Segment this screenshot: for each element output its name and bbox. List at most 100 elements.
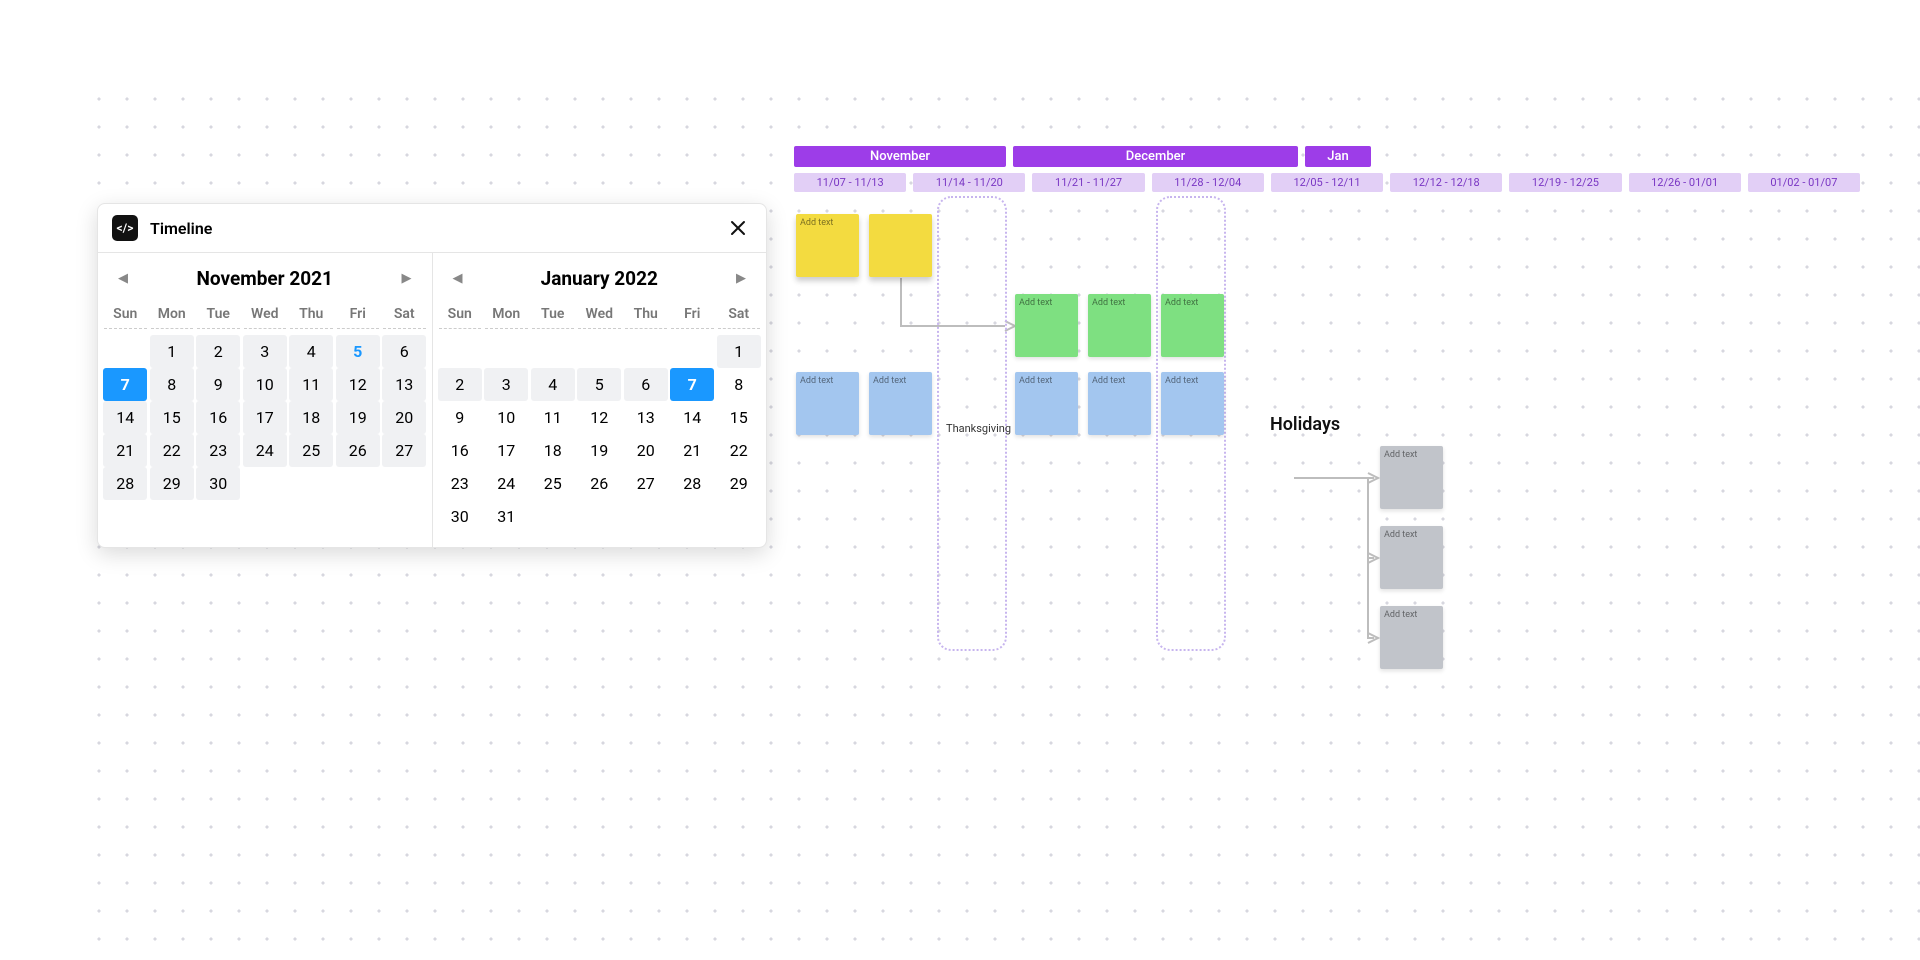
calendar-day[interactable]: 9: [438, 401, 482, 434]
calendar-day[interactable]: 12: [336, 368, 380, 401]
calendar-day[interactable]: 1: [150, 335, 194, 368]
week-header[interactable]: 11/14 - 11/20: [913, 173, 1025, 192]
swimlane-area[interactable]: Add textAdd textAdd textAdd textAdd text…: [794, 198, 1860, 668]
weekday-label: Sun: [104, 300, 147, 329]
calendar-day[interactable]: 28: [103, 467, 147, 500]
calendar-day[interactable]: 8: [150, 368, 194, 401]
calendar-day[interactable]: 9: [196, 368, 240, 401]
calendar-day[interactable]: 18: [289, 401, 333, 434]
calendar-day[interactable]: 29: [717, 467, 761, 500]
sticky-note[interactable]: Add text: [1380, 446, 1443, 509]
timeline-board: NovemberDecemberJan 11/07 - 11/13 11/14 -…: [794, 146, 1860, 668]
sticky-note[interactable]: Add text: [796, 372, 859, 435]
calendar-day[interactable]: 13: [382, 368, 426, 401]
week-header[interactable]: 11/21 - 11/27: [1032, 173, 1144, 192]
weekday-label: Tue: [197, 300, 240, 329]
calendar-day[interactable]: 2: [196, 335, 240, 368]
calendar-day[interactable]: 25: [531, 467, 575, 500]
calendar-month: ◀January 2022▶SunMonTueWedThuFriSat12345…: [433, 253, 767, 547]
calendar-day[interactable]: 6: [624, 368, 668, 401]
calendar-day[interactable]: 12: [577, 401, 621, 434]
month-header: December: [1013, 146, 1298, 167]
calendar-day[interactable]: 11: [289, 368, 333, 401]
calendar-day[interactable]: 27: [624, 467, 668, 500]
calendar-day[interactable]: 26: [336, 434, 380, 467]
sticky-note[interactable]: Add text: [1088, 372, 1151, 435]
calendar-day[interactable]: 2: [438, 368, 482, 401]
calendar-day[interactable]: 20: [382, 401, 426, 434]
week-header[interactable]: 01/02 - 01/07: [1748, 173, 1860, 192]
calendar-day[interactable]: 19: [336, 401, 380, 434]
calendar-day[interactable]: 20: [624, 434, 668, 467]
calendar-day[interactable]: 10: [243, 368, 287, 401]
calendar-day[interactable]: 14: [670, 401, 714, 434]
calendar-day[interactable]: 4: [289, 335, 333, 368]
week-header[interactable]: 12/19 - 12/25: [1509, 173, 1621, 192]
week-header[interactable]: 12/26 - 01/01: [1629, 173, 1741, 192]
calendar-day[interactable]: 24: [243, 434, 287, 467]
calendar-day[interactable]: 7: [670, 368, 714, 401]
calendar-day[interactable]: 30: [438, 500, 482, 533]
calendar-day[interactable]: 15: [150, 401, 194, 434]
weekday-label: Tue: [532, 300, 575, 329]
calendar-day[interactable]: 3: [484, 368, 528, 401]
week-header[interactable]: 12/05 - 12/11: [1271, 173, 1383, 192]
sticky-note[interactable]: [869, 214, 932, 277]
calendar-day[interactable]: 31: [484, 500, 528, 533]
sticky-note[interactable]: Add text: [1015, 372, 1078, 435]
sticky-note[interactable]: Add text: [1015, 294, 1078, 357]
calendar-day[interactable]: 22: [150, 434, 194, 467]
calendar-day[interactable]: 24: [484, 467, 528, 500]
calendar-day[interactable]: 14: [103, 401, 147, 434]
calendar-day[interactable]: 23: [438, 467, 482, 500]
close-button[interactable]: [724, 214, 752, 242]
sticky-note[interactable]: Add text: [1380, 526, 1443, 589]
week-header-row: 11/07 - 11/13 11/14 - 11/20 11/21 - 11/27 1…: [794, 173, 1860, 192]
calendar-day[interactable]: 25: [289, 434, 333, 467]
calendar-day[interactable]: 17: [484, 434, 528, 467]
calendar-day[interactable]: 11: [531, 401, 575, 434]
calendar-day[interactable]: 16: [196, 401, 240, 434]
prev-month-button[interactable]: ◀: [447, 265, 469, 292]
weekday-label: Fri: [671, 300, 714, 329]
calendar-day[interactable]: 23: [196, 434, 240, 467]
calendar-day[interactable]: 19: [577, 434, 621, 467]
prev-month-button[interactable]: ◀: [112, 265, 134, 292]
calendar-day[interactable]: 21: [103, 434, 147, 467]
weekday-label: Sun: [439, 300, 482, 329]
calendar-day[interactable]: 3: [243, 335, 287, 368]
calendar-day[interactable]: 29: [150, 467, 194, 500]
calendar-day[interactable]: 30: [196, 467, 240, 500]
calendar-day[interactable]: 5: [336, 335, 380, 368]
calendar-day[interactable]: 7: [103, 368, 147, 401]
calendar-day[interactable]: 15: [717, 401, 761, 434]
sticky-note[interactable]: Add text: [869, 372, 932, 435]
calendar-day[interactable]: 8: [717, 368, 761, 401]
week-header[interactable]: 11/28 - 12/04: [1152, 173, 1264, 192]
month-title: January 2022: [541, 267, 658, 290]
next-month-button[interactable]: ▶: [396, 265, 418, 292]
calendar-day[interactable]: 10: [484, 401, 528, 434]
calendar-day[interactable]: 27: [382, 434, 426, 467]
week-header[interactable]: 12/12 - 12/18: [1390, 173, 1502, 192]
sticky-note[interactable]: Add text: [1088, 294, 1151, 357]
sticky-note[interactable]: Add text: [1380, 606, 1443, 669]
calendar-day[interactable]: 21: [670, 434, 714, 467]
calendar-day[interactable]: 6: [382, 335, 426, 368]
sticky-note[interactable]: Add text: [1161, 372, 1224, 435]
calendar-day[interactable]: 17: [243, 401, 287, 434]
calendar-day[interactable]: 4: [531, 368, 575, 401]
calendar-day[interactable]: 1: [717, 335, 761, 368]
calendar-day[interactable]: 28: [670, 467, 714, 500]
calendar-day[interactable]: 26: [577, 467, 621, 500]
next-month-button[interactable]: ▶: [730, 265, 752, 292]
sticky-note[interactable]: Add text: [1161, 294, 1224, 357]
calendar-day[interactable]: 13: [624, 401, 668, 434]
week-header[interactable]: 11/07 - 11/13: [794, 173, 906, 192]
sticky-note[interactable]: Add text: [796, 214, 859, 277]
calendar-day[interactable]: 16: [438, 434, 482, 467]
calendar-day[interactable]: 18: [531, 434, 575, 467]
month-header-row: NovemberDecemberJan: [794, 146, 1860, 167]
calendar-day[interactable]: 5: [577, 368, 621, 401]
calendar-day[interactable]: 22: [717, 434, 761, 467]
